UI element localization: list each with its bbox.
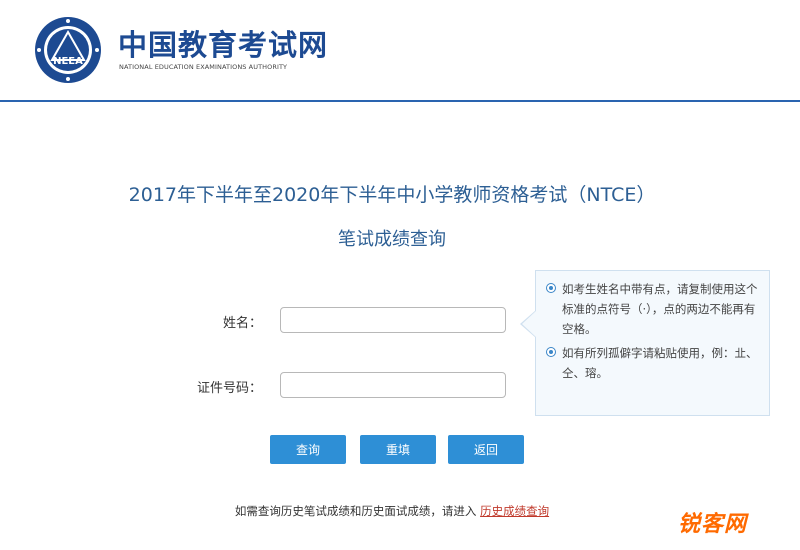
- name-input[interactable]: [280, 307, 506, 333]
- brand-name-en: NATIONAL EDUCATION EXAMINATIONS AUTHORIT…: [119, 63, 288, 71]
- footer-text: 如需查询历史笔试成绩和历史面试成绩，请进入: [234, 504, 477, 518]
- name-label: 姓名：: [222, 316, 262, 331]
- query-button[interactable]: 查询: [270, 435, 346, 464]
- bullet-icon: [546, 347, 556, 357]
- tip-item: 如有所列孤僻字请粘贴使用，例：㐀、仝、瑢。: [546, 343, 761, 383]
- watermark: 锐客网: [678, 512, 748, 537]
- id-number-label: 证件号码：: [196, 381, 262, 396]
- brand-name-cn: 中国教育考试网: [118, 28, 329, 62]
- page-title: 2017年下半年至2020年下半年中小学教师资格考试（NTCE）: [128, 184, 656, 206]
- footer-note: 如需查询历史笔试成绩和历史面试成绩，请进入 历史成绩查询: [0, 503, 784, 519]
- site-header: NEEA 中国教育考试网 NATIONAL EDUCATION EXAMINAT…: [0, 0, 800, 102]
- page-subtitle: 笔试成绩查询: [338, 229, 446, 250]
- bullet-icon: [546, 283, 556, 293]
- logo-text: NEEA: [53, 56, 83, 67]
- tip-text: 如考生姓名中带有点，请复制使用这个标准的点符号（·），点的两边不能再有空格。: [562, 282, 758, 336]
- input-tips-box: 如考生姓名中带有点，请复制使用这个标准的点符号（·），点的两边不能再有空格。 如…: [535, 270, 770, 416]
- tip-arrow-inner: [522, 311, 536, 337]
- tip-item: 如考生姓名中带有点，请复制使用这个标准的点符号（·），点的两边不能再有空格。: [546, 279, 761, 339]
- neea-logo: NEEA: [35, 17, 101, 83]
- reset-button[interactable]: 重填: [360, 435, 436, 464]
- back-button[interactable]: 返回: [448, 435, 524, 464]
- history-score-link[interactable]: 历史成绩查询: [480, 504, 549, 518]
- id-number-input[interactable]: [280, 372, 506, 398]
- tip-text: 如有所列孤僻字请粘贴使用，例：㐀、仝、瑢。: [562, 346, 758, 380]
